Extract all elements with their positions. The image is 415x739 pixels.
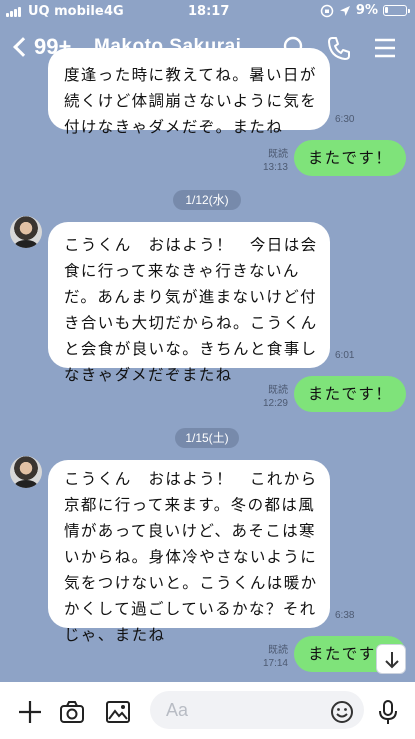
camera-icon[interactable] (58, 698, 86, 726)
orientation-lock-icon (320, 4, 334, 17)
message-time: 6:01 (335, 350, 355, 361)
received-message[interactable]: 度逢った時に教えてね。暑い日が 続くけど体調崩さないように気を 付けなきゃダメだ… (48, 48, 330, 136)
sent-message[interactable]: またです！ (294, 376, 406, 412)
message-time: 6:38 (335, 610, 355, 621)
message-line: 情があって良いけど、あそこは寒 (64, 522, 316, 540)
network-type: 4G (104, 4, 124, 19)
carrier-name: UQ mobile (28, 4, 104, 19)
message-line: だ。あんまり気が進まないけど付 (64, 288, 318, 306)
scroll-to-bottom-button[interactable] (376, 644, 406, 674)
message-line: 度逢った時に教えてね。暑い日が (64, 66, 317, 84)
message-line: こうくん おはよう！ 今日は会 (64, 236, 318, 254)
arrow-down-icon (385, 652, 399, 669)
message-time: 6:30 (335, 114, 355, 125)
location-icon (339, 5, 350, 16)
input-placeholder: Aa (166, 700, 189, 720)
chevron-left-icon (13, 37, 33, 57)
avatar[interactable] (10, 216, 42, 248)
read-receipt: 既読 17:14 (262, 645, 288, 669)
mic-icon[interactable] (374, 698, 402, 726)
message-line: こうくん おはよう！ これから (64, 470, 318, 488)
status-time: 18:17 (188, 4, 230, 19)
image-icon[interactable] (104, 698, 132, 726)
message-line: かくして過ごしているかな？それ (64, 600, 317, 618)
received-message[interactable]: こうくん おはよう！ これから 京都に行って来ます。冬の都は風 情があって良いけ… (48, 460, 330, 644)
date-separator: 1/12(水) (173, 190, 241, 210)
plus-icon[interactable] (16, 698, 44, 726)
received-message[interactable]: こうくん おはよう！ 今日は会 食に行って来なきゃ行きないん だ。あんまり気が進… (48, 222, 330, 384)
message-line: いからね。身体冷やさないように (64, 548, 318, 566)
emoji-icon[interactable] (328, 698, 356, 726)
signal-icon (6, 5, 21, 17)
message-line: 続くけど体調崩さないように気を (64, 92, 318, 110)
phone-icon[interactable] (326, 35, 352, 61)
battery-percent: 9% (355, 3, 378, 18)
read-receipt: 既読 12:29 (262, 385, 288, 409)
status-icons: 9% (320, 3, 410, 18)
avatar[interactable] (10, 456, 42, 488)
message-line: 気をつけないと。こうくんは暖か (64, 574, 318, 592)
read-receipt: 既読 13:13 (262, 149, 288, 173)
message-line: 付けなきゃダメだぞ。またね (64, 118, 284, 136)
menu-icon[interactable] (372, 35, 398, 61)
composer-bar: Aa (0, 682, 415, 739)
status-bar: UQ mobile 4G 18:17 9% (0, 0, 415, 24)
date-separator: 1/15(土) (175, 428, 239, 448)
message-line: 京都に行って来ます。冬の都は風 (64, 496, 316, 514)
sent-message[interactable]: またです！ (294, 140, 406, 176)
message-line: 食に行って来なきゃ行きないん (64, 262, 300, 280)
battery-icon (383, 5, 410, 16)
message-line: と会食が良いな。きちんと食事し (64, 340, 318, 358)
message-line: き合いも大切だからね。こうくん (64, 314, 318, 332)
